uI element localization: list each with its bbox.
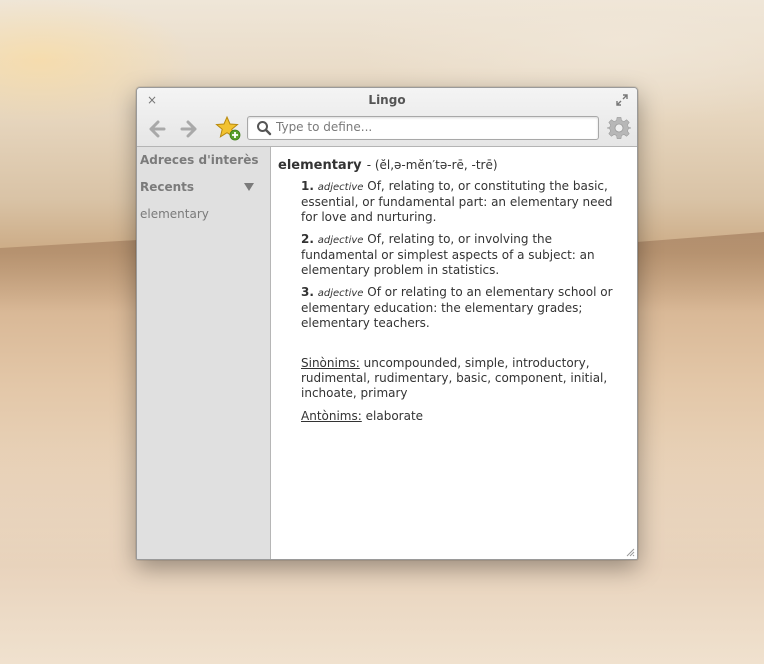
search-icon [257,121,272,136]
resize-grip-icon[interactable] [625,547,635,557]
part-of-speech: adjective [317,182,364,193]
synonyms: Sinònims: uncompounded, simple, introduc… [301,356,627,401]
headword: elementary [278,158,362,173]
arrow-right-icon[interactable] [178,118,200,140]
window-title: Lingo [368,93,406,107]
definition-panel: elementary - (ĕl,ə-mĕn′tə-rē, -trē) 1. a… [271,147,637,559]
part-of-speech: adjective [317,288,364,299]
triangle-down-icon[interactable] [244,182,254,192]
search-box [247,116,599,140]
definition-number: 3. [301,285,314,299]
antonyms-list: elaborate [365,409,424,423]
arrow-left-icon[interactable] [146,118,168,140]
part-of-speech: adjective [317,235,364,246]
definition-number: 1. [301,179,314,193]
sidebar-item-recent[interactable]: elementary [140,207,209,221]
antonyms-label: Antònims: [301,409,362,423]
definition-list: 1. adjective Of, relating to, or constit… [301,179,627,338]
star-add-icon[interactable] [215,115,241,141]
maximize-icon[interactable] [615,93,629,107]
sidebar-bookmarks-heading[interactable]: Adreces d'interès [140,153,259,167]
synonyms-label: Sinònims: [301,356,360,370]
definition-item: 3. adjective Of or relating to an elemen… [301,285,627,331]
definition-number: 2. [301,232,314,246]
definition-item: 1. adjective Of, relating to, or constit… [301,179,627,225]
gear-icon[interactable] [607,116,631,140]
search-input[interactable] [276,118,594,136]
titlebar: × Lingo [137,88,637,147]
pronunciation: - (ĕl,ə-mĕn′tə-rē, -trē) [366,158,498,172]
definition-item: 2. adjective Of, relating to, or involvi… [301,232,627,278]
sidebar-recents-heading[interactable]: Recents [140,180,194,194]
lingo-window: × Lingo Adr [136,87,638,560]
sidebar: Adreces d'interès Recents elementary [137,147,271,559]
antonyms: Antònims: elaborate [301,409,627,424]
entry-heading: elementary - (ĕl,ə-mĕn′tə-rē, -trē) [278,154,498,173]
